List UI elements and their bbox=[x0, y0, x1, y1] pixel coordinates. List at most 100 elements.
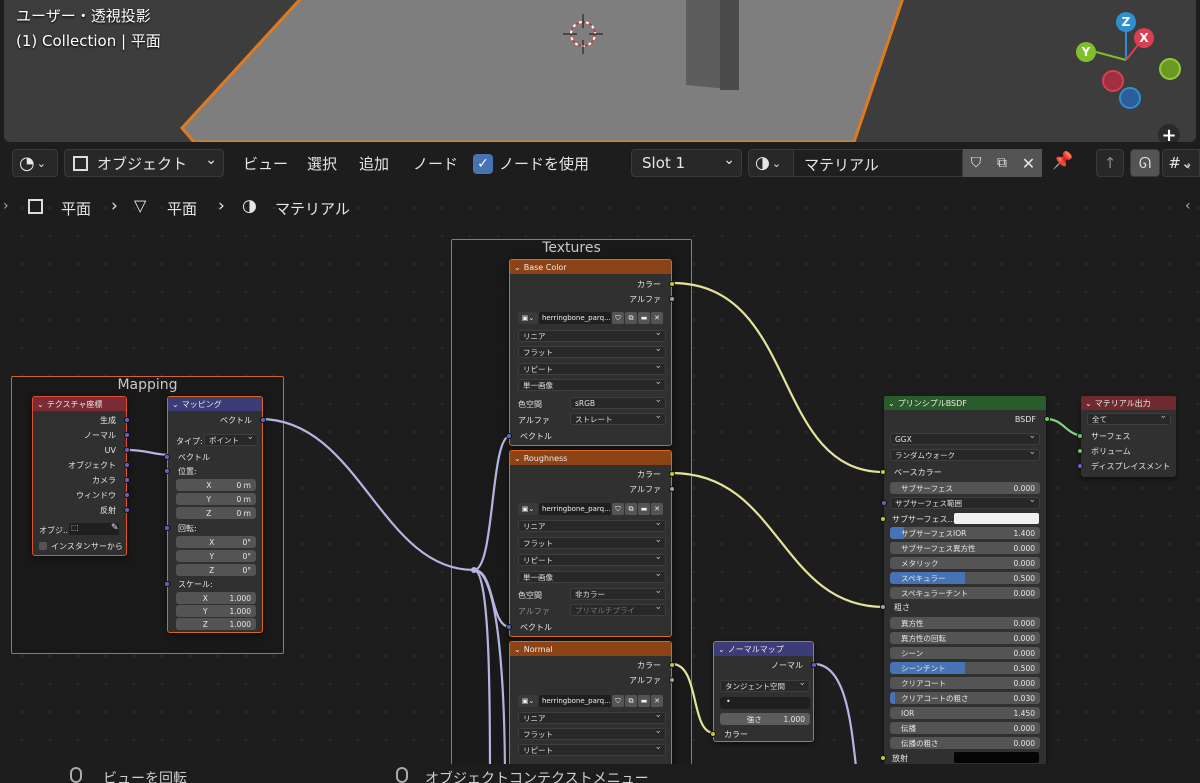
input-socket[interactable] bbox=[164, 468, 170, 474]
scale-z-field[interactable]: Z 1.000 bbox=[176, 618, 256, 630]
snap-icon[interactable]: ᘏ bbox=[1130, 149, 1160, 177]
uv-map-field[interactable]: • bbox=[720, 697, 810, 709]
node-image-texture-basecolor[interactable]: ⌄ Base Color カラー アルファ ▣⌄ herringbone_parq… bbox=[506, 259, 675, 446]
bsdf-field[interactable]: クリアコート 0.000 bbox=[890, 677, 1040, 689]
output-socket[interactable] bbox=[1044, 416, 1050, 422]
projection-dropdown[interactable]: フラット bbox=[518, 535, 666, 549]
rotation-x-field[interactable]: X 0° bbox=[176, 536, 256, 548]
subsurface-method-dropdown[interactable]: ランダムウォーク bbox=[890, 447, 1040, 461]
close-icon[interactable]: ✕ bbox=[651, 503, 663, 515]
gizmo-x-ball[interactable]: X bbox=[1134, 28, 1154, 48]
interpolation-dropdown[interactable]: リニア bbox=[518, 710, 666, 724]
source-dropdown[interactable]: 単一画像 bbox=[518, 569, 666, 583]
output-socket[interactable] bbox=[669, 662, 675, 668]
interpolation-dropdown[interactable]: リニア bbox=[518, 328, 666, 342]
chevron-right-icon[interactable]: › bbox=[3, 198, 9, 214]
location-x-field[interactable]: X0 m bbox=[176, 479, 256, 491]
pin-icon[interactable]: 📌 bbox=[1052, 151, 1073, 171]
extension-dropdown[interactable]: リピート bbox=[518, 361, 666, 375]
3d-viewport[interactable]: ユーザー・透視投影 (1) Collection | 平面 Z Y X + bbox=[4, 0, 1196, 142]
gizmo-neg-x-ball[interactable] bbox=[1102, 70, 1124, 92]
output-socket[interactable] bbox=[124, 492, 130, 498]
node-header[interactable]: ⌄ マッピング bbox=[168, 397, 262, 411]
node-image-texture-normal[interactable]: ⌄ Normal カラー アルファ ▣⌄ herringbone_parq... … bbox=[509, 641, 675, 783]
node-mapping[interactable]: ⌄マッピング ベクトル タイプ: ポイント ベクトル 位置: X0 m Y0 m… bbox=[164, 396, 266, 633]
rotation-y-field[interactable]: Y 0° bbox=[176, 550, 256, 562]
close-icon[interactable]: ✕ bbox=[651, 695, 663, 707]
bsdf-field[interactable]: 伝播 0.000 bbox=[890, 722, 1040, 734]
input-socket[interactable] bbox=[164, 454, 170, 460]
input-socket[interactable] bbox=[880, 604, 886, 610]
input-socket[interactable] bbox=[1077, 448, 1083, 454]
bsdf-field[interactable]: サブサーフェス異方性 0.000 bbox=[890, 542, 1040, 554]
fake-user-shield-icon[interactable]: ⛉ bbox=[612, 312, 624, 324]
bsdf-field[interactable]: IOR 1.450 bbox=[890, 707, 1040, 719]
fake-user-shield-icon[interactable]: ⛉ bbox=[612, 503, 624, 515]
gizmo-neg-z-ball[interactable] bbox=[1119, 87, 1141, 109]
node-texture-coordinate[interactable]: ⌄ テクスチャ座標 生成 ノーマル UV オブジェクト カメラ ウィンドウ 反射 … bbox=[32, 396, 130, 556]
parent-node-tree-icon[interactable]: ↑ bbox=[1096, 149, 1124, 177]
menu-add[interactable]: 追加 bbox=[359, 153, 389, 174]
image-browse-icon[interactable]: ▣⌄ bbox=[518, 695, 538, 707]
fake-user-shield-icon[interactable]: ⛉ bbox=[612, 695, 624, 707]
snapping-grid-icon[interactable]: #⌄ bbox=[1162, 149, 1200, 177]
subsurface-color-swatch[interactable] bbox=[954, 513, 1039, 524]
colorspace-dropdown[interactable]: sRGB bbox=[570, 395, 666, 409]
extension-dropdown[interactable]: リピート bbox=[518, 552, 666, 566]
menu-view[interactable]: ビュー bbox=[243, 153, 288, 174]
menu-select[interactable]: 選択 bbox=[307, 153, 337, 174]
location-y-field[interactable]: Y0 m bbox=[176, 493, 256, 505]
scale-x-field[interactable]: X 1.000 bbox=[176, 592, 256, 604]
emission-color-swatch[interactable] bbox=[954, 752, 1039, 763]
bsdf-field[interactable]: サブサーフェス 0.000 bbox=[890, 482, 1040, 494]
input-socket[interactable] bbox=[164, 581, 170, 587]
output-socket[interactable] bbox=[669, 677, 675, 683]
image-selector[interactable]: ▣⌄ herringbone_parq... ⛉ ⧉ ▬ ✕ bbox=[518, 695, 663, 707]
node-image-texture-roughness[interactable]: ⌄ Roughness カラー アルファ ▣⌄ herringbone_parq.… bbox=[506, 450, 675, 637]
node-header[interactable]: ⌄ Normal bbox=[510, 642, 671, 656]
rotation-z-field[interactable]: Z 0° bbox=[176, 564, 256, 576]
folder-icon[interactable]: ▬ bbox=[638, 695, 650, 707]
bsdf-field[interactable]: 異方性 0.000 bbox=[890, 617, 1040, 629]
eyedropper-icon[interactable]: ✎ bbox=[111, 523, 119, 533]
image-name[interactable]: herringbone_parq... bbox=[539, 695, 611, 707]
space-dropdown[interactable]: タンジェント空間 bbox=[720, 678, 810, 692]
interpolation-dropdown[interactable]: リニア bbox=[518, 518, 666, 532]
gizmo-z-ball[interactable]: Z bbox=[1116, 12, 1136, 32]
node-header[interactable]: ⌄ プリンシプルBSDF bbox=[884, 396, 1046, 410]
fake-user-shield-icon[interactable]: ⛉ bbox=[963, 149, 989, 177]
output-socket[interactable] bbox=[124, 462, 130, 468]
node-header[interactable]: ⌄ Base Color bbox=[510, 260, 671, 274]
bsdf-field[interactable]: 伝播の粗さ 0.000 bbox=[890, 737, 1040, 749]
node-header[interactable]: ⌄ Roughness bbox=[510, 451, 671, 465]
output-socket[interactable] bbox=[124, 477, 130, 483]
zoom-plus-icon[interactable]: + bbox=[1158, 124, 1180, 142]
projection-dropdown[interactable]: フラット bbox=[518, 344, 666, 358]
gizmo-neg-y-ball[interactable] bbox=[1159, 58, 1181, 80]
input-socket[interactable] bbox=[506, 624, 512, 630]
image-selector[interactable]: ▣⌄ herringbone_parq... ⛉ ⧉ ▬ ✕ bbox=[518, 312, 663, 324]
output-socket[interactable] bbox=[669, 486, 675, 492]
node-principled-bsdf[interactable]: ⌄プリンシプルBSDF BSDF GGX ランダムウォーク ベースカラー サブサ… bbox=[880, 396, 1050, 783]
colorspace-dropdown[interactable]: 非カラー bbox=[570, 586, 666, 600]
output-socket[interactable] bbox=[669, 296, 675, 302]
node-header[interactable]: ⌄ テクスチャ座標 bbox=[33, 397, 126, 411]
image-selector[interactable]: ▣⌄ herringbone_parq... ⛉ ⧉ ▬ ✕ bbox=[518, 503, 663, 515]
scale-y-field[interactable]: Y 1.000 bbox=[176, 605, 256, 617]
bsdf-field[interactable]: シーンチント 0.500 bbox=[890, 662, 1040, 674]
output-socket[interactable] bbox=[124, 417, 130, 423]
output-socket[interactable] bbox=[124, 507, 130, 513]
close-icon[interactable]: ✕ bbox=[651, 312, 663, 324]
node-normal-map[interactable]: ⌄ノーマルマップ ノーマル タンジェント空間 • 強さ1.000 カラー bbox=[710, 641, 817, 742]
output-socket[interactable] bbox=[124, 447, 130, 453]
use-nodes-checkbox[interactable]: ✓ ノードを使用 bbox=[473, 153, 589, 174]
header-scroll-left-icon[interactable]: ‹ bbox=[1185, 158, 1191, 174]
node-material-output[interactable]: ⌄マテリアル出力 全て サーフェス ボリューム ディスプレイスメント bbox=[1077, 396, 1176, 477]
chevron-left-icon[interactable]: ‹ bbox=[1185, 198, 1191, 214]
output-socket[interactable] bbox=[669, 281, 675, 287]
bsdf-field[interactable]: シーン 0.000 bbox=[890, 647, 1040, 659]
image-browse-icon[interactable]: ▣⌄ bbox=[518, 503, 538, 515]
strength-field[interactable]: 強さ 1.000 bbox=[720, 713, 810, 725]
input-socket[interactable] bbox=[880, 516, 886, 522]
input-socket[interactable] bbox=[880, 469, 886, 475]
